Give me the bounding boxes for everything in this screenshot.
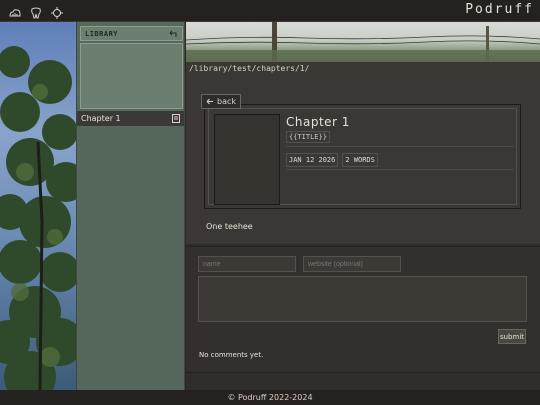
chapter-title: Chapter 1 <box>286 115 350 129</box>
topbar-icons <box>9 4 63 19</box>
breadcrumb-path: /library/test/chapters/1/ <box>186 62 540 76</box>
brand-title[interactable]: Podruff <box>465 2 534 17</box>
chapter-meta: JAN 12 2026 2 WORDS <box>286 153 378 167</box>
chapter-content: Chapter 1 {{TITLE}} JAN 12 2026 2 WORDS … <box>186 76 540 244</box>
chapter-card-inner: Chapter 1 {{TITLE}} JAN 12 2026 2 WORDS <box>208 108 517 205</box>
cloud-chart-icon[interactable] <box>9 4 21 17</box>
top-bar: Podruff <box>0 0 540 22</box>
submit-button[interactable]: submit <box>498 329 526 344</box>
header-banner-image <box>186 22 540 62</box>
crosshair-icon[interactable] <box>51 4 63 19</box>
library-header: LIBRARY <box>80 26 183 41</box>
chapter-body-text: One teehee <box>206 222 253 231</box>
main-panel: /library/test/chapters/1/ Chapter 1 {{TI… <box>186 22 540 390</box>
chapter-cover-image <box>214 114 280 205</box>
divider <box>286 146 514 147</box>
back-arrow-icon <box>206 98 213 105</box>
chapter-card: Chapter 1 {{TITLE}} JAN 12 2026 2 WORDS <box>204 104 521 209</box>
back-button[interactable]: back <box>201 94 241 109</box>
back-button-label: back <box>216 97 236 106</box>
site-footer: © Podruff 2022-2024 <box>0 390 540 405</box>
page-icon <box>172 114 180 123</box>
name-input[interactable] <box>198 256 296 272</box>
website-input[interactable] <box>303 256 401 272</box>
library-sidebar: LIBRARY Chapter 1 <box>76 22 185 390</box>
chapter-subtitle: {{TITLE}} <box>286 131 330 143</box>
main-footer-strip <box>186 372 540 390</box>
tooth-icon[interactable] <box>30 4 42 19</box>
library-header-label: LIBRARY <box>85 29 119 38</box>
divider <box>286 169 514 170</box>
sidebar-item-chapter-1[interactable]: Chapter 1 <box>77 111 184 126</box>
background-tree-image <box>0 22 76 390</box>
no-comments-text: No comments yet. <box>199 351 264 359</box>
sidebar-item-label: Chapter 1 <box>81 114 121 123</box>
library-preview-box <box>80 43 183 109</box>
comment-textarea[interactable] <box>198 276 527 322</box>
chapter-date: JAN 12 2026 <box>286 153 339 167</box>
chapter-word-count: 2 WORDS <box>342 153 378 167</box>
comments-section: submit No comments yet. <box>186 246 540 370</box>
return-arrow-icon[interactable] <box>168 30 178 38</box>
